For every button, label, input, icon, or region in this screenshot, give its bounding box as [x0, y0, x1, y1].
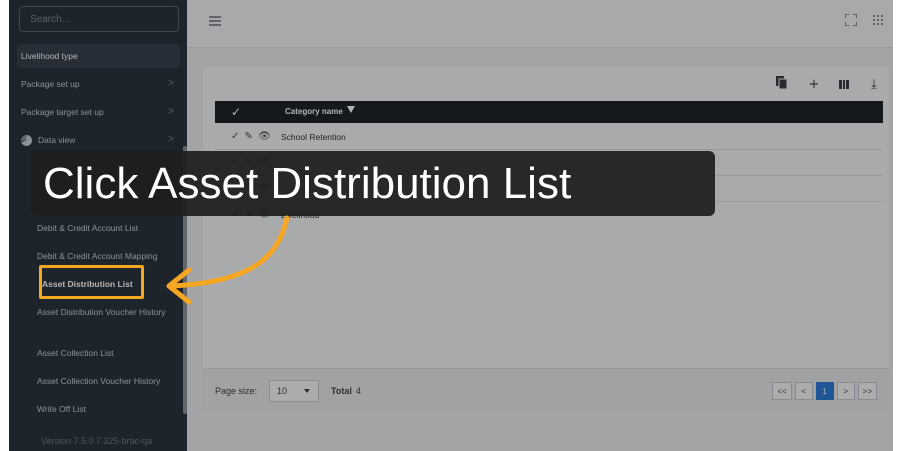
sidebar-item-label: Data view [38, 135, 76, 145]
row-actions[interactable]: ✓ ✎ 👁 [231, 131, 272, 142]
total-value: 4 [355, 386, 361, 396]
sidebar-item-asset-collection-voucher-history[interactable]: Asset Collection Voucher History [37, 375, 179, 387]
instruction-callout: Click Asset Distribution List [31, 151, 715, 216]
pie-chart-icon [21, 134, 32, 146]
grid-header: ✓ Category name [215, 101, 883, 123]
total-label: Total [331, 386, 352, 396]
sidebar-item-debit-credit-account-mapping[interactable]: Debit & Credit Account Mapping [37, 250, 179, 262]
next-page-button[interactable]: > [836, 382, 855, 400]
chevron-right-icon: > [168, 134, 174, 145]
category-name-cell: School Retention [281, 132, 346, 142]
chevron-right-icon: > [168, 78, 174, 89]
download-icon[interactable]: ⤓ [867, 77, 881, 92]
sidebar-item-label: Livelihood type [21, 51, 78, 61]
hamburger-menu-icon[interactable] [209, 16, 221, 26]
sidebar-item-asset-distribution-voucher-history[interactable]: Asset Distribution Voucher History [37, 306, 179, 318]
columns-icon[interactable] [839, 80, 849, 89]
content-panel: + ⤓ ✓ Category name ✓ ✎ 👁 School Retenti… [203, 66, 889, 412]
version-text: Version 7.5.0.7.325-brac-qa [41, 436, 153, 446]
select-all-check-icon[interactable]: ✓ [231, 105, 241, 119]
prev-page-button[interactable]: < [794, 382, 813, 400]
target-highlight-box [39, 265, 144, 299]
app-window: Livelihood type Package set up > Package… [9, 0, 893, 451]
first-page-button[interactable]: << [772, 382, 792, 400]
apps-grid-icon[interactable] [873, 15, 883, 25]
page-size-value: 10 [277, 386, 288, 396]
filter-icon[interactable] [347, 106, 355, 113]
sidebar-item-data-view[interactable]: Data view > [17, 128, 180, 152]
sidebar-item-livelihood-type[interactable]: Livelihood type [17, 44, 180, 68]
sidebar-item-package-target-set-up[interactable]: Package target set up > [17, 100, 180, 124]
add-icon[interactable]: + [807, 77, 821, 92]
sidebar-item-package-set-up[interactable]: Package set up > [17, 72, 180, 96]
last-page-button[interactable]: >> [857, 382, 877, 400]
search-input[interactable] [19, 6, 179, 32]
sidebar-item-label: Package set up [21, 79, 80, 89]
grid-toolbar: + ⤓ [775, 76, 881, 93]
fullscreen-icon[interactable] [845, 14, 857, 26]
column-header-category-name[interactable]: Category name [285, 107, 343, 116]
table-row[interactable]: ✓ ✎ 👁 School Retention [215, 124, 883, 150]
sidebar-item-label: Package target set up [21, 107, 104, 117]
page-size-select[interactable]: 10 [269, 380, 319, 402]
caret-down-icon [304, 389, 310, 393]
top-bar [187, 0, 893, 48]
sidebar-item-write-off-list[interactable]: Write Off List [37, 403, 179, 415]
page-size-label: Page size: [215, 386, 258, 396]
total-count: Total 4 [331, 386, 361, 396]
pagination-bar: Page size: 10 Total 4 << < 1 > >> [203, 368, 889, 412]
pagination: << < 1 > >> [772, 382, 877, 400]
copy-icon[interactable] [775, 76, 789, 93]
page-1-button[interactable]: 1 [815, 382, 834, 400]
chevron-right-icon: > [168, 106, 174, 117]
sidebar-item-asset-collection-list[interactable]: Asset Collection List [37, 347, 179, 359]
sidebar-item-debit-credit-account-list[interactable]: Debit & Credit Account List [37, 222, 179, 234]
pointer-arrow-icon [166, 215, 290, 305]
